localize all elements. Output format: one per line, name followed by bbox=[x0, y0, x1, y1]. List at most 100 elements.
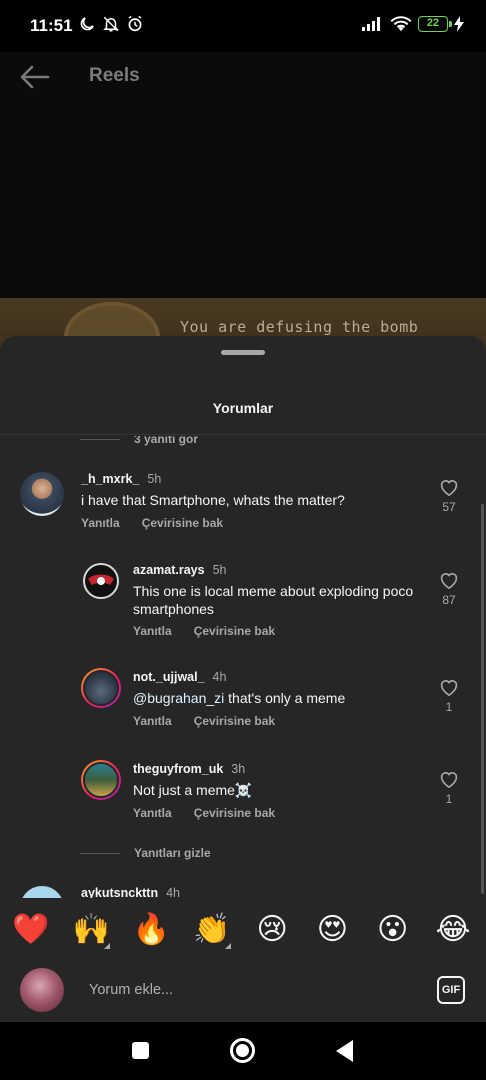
comment-time: 4h bbox=[166, 886, 181, 898]
translate-button[interactable]: Çevirisine bak bbox=[194, 624, 275, 638]
comment-username[interactable]: aykutsnckttn bbox=[81, 886, 158, 898]
battery-icon: 22 bbox=[418, 16, 452, 32]
back-icon[interactable] bbox=[336, 1040, 353, 1062]
comment-input-row: GIF bbox=[0, 964, 486, 1022]
emoji-fire-button[interactable]: 🔥 bbox=[133, 913, 171, 947]
emoji-heart-eyes-button[interactable]: 😍 bbox=[313, 913, 351, 947]
like-button[interactable]: 87 bbox=[434, 571, 464, 607]
comment-header: aykutsnckttn 4h bbox=[81, 886, 180, 898]
comment-input[interactable] bbox=[80, 974, 410, 1006]
comment-username[interactable]: azamat.rays bbox=[133, 563, 205, 577]
recent-apps-icon[interactable] bbox=[132, 1042, 149, 1059]
like-count: 87 bbox=[442, 593, 456, 607]
heart-icon bbox=[440, 480, 458, 496]
like-count: 1 bbox=[445, 792, 453, 806]
emoji-surprised-button[interactable]: 😮 bbox=[374, 913, 412, 947]
comment-actions: Yanıtla Çevirisine bak bbox=[81, 516, 223, 530]
emoji-raising-hands-button[interactable]: 🙌 bbox=[72, 912, 111, 949]
emoji-crying-button[interactable]: 😢 bbox=[253, 913, 291, 947]
like-count: 1 bbox=[445, 700, 453, 714]
avatar[interactable] bbox=[83, 563, 119, 599]
skin-tone-indicator bbox=[224, 943, 231, 949]
reel-title: Reels bbox=[89, 65, 140, 86]
comment-username[interactable]: _h_mxrk_ bbox=[81, 472, 139, 486]
divider-line bbox=[80, 852, 120, 854]
comment-text: i have that Smartphone, whats the matter… bbox=[81, 492, 345, 508]
wifi-icon bbox=[390, 16, 412, 32]
comment-text-body: that's only a meme bbox=[224, 690, 346, 706]
bell-off-icon bbox=[103, 16, 119, 32]
sheet-title: Yorumlar bbox=[212, 400, 274, 416]
my-avatar bbox=[20, 968, 64, 1012]
reply-button[interactable]: Yanıtla bbox=[133, 624, 172, 638]
comment-actions: Yanıtla Çevirisine bak bbox=[133, 624, 275, 638]
system-nav-bar bbox=[0, 1022, 486, 1080]
mention-link[interactable]: @bugrahan_zi bbox=[133, 690, 224, 706]
view-replies-label: 3 yanıtı gör bbox=[134, 436, 199, 446]
comment-time: 5h bbox=[147, 472, 162, 486]
status-time: 11:51 bbox=[30, 16, 73, 35]
heart-icon bbox=[440, 772, 458, 788]
reel-header: Reels bbox=[0, 52, 486, 298]
translate-button[interactable]: Çevirisine bak bbox=[194, 714, 275, 728]
comment-username[interactable]: theguyfrom_uk bbox=[133, 762, 223, 776]
gif-button[interactable]: GIF bbox=[437, 976, 465, 1004]
avatar[interactable] bbox=[20, 886, 64, 898]
home-icon[interactable] bbox=[230, 1038, 255, 1063]
comment-header: azamat.rays 5h bbox=[133, 563, 226, 577]
charging-icon bbox=[454, 16, 464, 32]
reel-video-caption: You are defusing the bomb bbox=[180, 318, 419, 336]
moon-icon bbox=[80, 17, 94, 31]
status-left-icons bbox=[78, 15, 144, 33]
comment-time: 5h bbox=[212, 563, 227, 577]
like-button[interactable]: 57 bbox=[434, 478, 464, 514]
avatar[interactable] bbox=[20, 472, 64, 516]
status-right: 22 bbox=[362, 16, 464, 32]
drag-handle[interactable] bbox=[221, 350, 265, 355]
hide-replies-button[interactable]: Yanıtları gizle bbox=[80, 846, 211, 860]
comment-header: not._ujjwal_ 4h bbox=[133, 670, 226, 684]
scrollbar[interactable] bbox=[481, 504, 484, 894]
comment-header: theguyfrom_uk 3h bbox=[133, 762, 245, 776]
divider bbox=[0, 434, 486, 435]
emoji-glyph: 🙌 bbox=[72, 912, 110, 947]
comment-time: 3h bbox=[231, 762, 246, 776]
comment-actions: Yanıtla Çevirisine bak bbox=[133, 806, 275, 820]
translate-button[interactable]: Çevirisine bak bbox=[194, 806, 275, 820]
avatar[interactable] bbox=[81, 668, 121, 708]
comment-time: 4h bbox=[212, 670, 227, 684]
emoji-laughing-button[interactable]: 😂 bbox=[434, 913, 472, 947]
comment-item: aykutsnckttn 4h bbox=[0, 886, 486, 898]
heart-icon bbox=[440, 573, 458, 589]
emoji-bar: ❤️ 🙌 🔥 👏 😢 😍 😮 😂 bbox=[0, 904, 486, 956]
heart-icon bbox=[440, 680, 458, 696]
alarm-icon bbox=[128, 15, 142, 32]
comment-item: _h_mxrk_ 5h i have that Smartphone, what… bbox=[0, 472, 486, 542]
comment-text: @bugrahan_zi that's only a meme bbox=[133, 689, 423, 707]
comment-username[interactable]: not._ujjwal_ bbox=[133, 670, 205, 684]
avatar-logo-icon bbox=[88, 574, 114, 585]
comment-text: Not just a meme☠️ bbox=[133, 782, 253, 798]
comments-list: 3 yanıtı gör _h_mxrk_ 5h i have that Sma… bbox=[0, 436, 486, 898]
signal-icon bbox=[362, 17, 380, 31]
view-replies-button[interactable]: 3 yanıtı gör bbox=[80, 436, 198, 446]
back-arrow-icon[interactable] bbox=[18, 64, 52, 90]
comments-sheet: Yorumlar 3 yanıtı gör _h_mxrk_ 5h i have… bbox=[0, 336, 486, 1022]
status-bar: 11:51 22 bbox=[0, 0, 486, 52]
comment-text: This one is local meme about exploding p… bbox=[133, 583, 414, 617]
like-button[interactable]: 1 bbox=[434, 770, 464, 806]
reply-button[interactable]: Yanıtla bbox=[133, 714, 172, 728]
like-count: 57 bbox=[442, 500, 456, 514]
reply-button[interactable]: Yanıtla bbox=[133, 806, 172, 820]
avatar[interactable] bbox=[81, 760, 121, 800]
reply-button[interactable]: Yanıtla bbox=[81, 516, 120, 530]
reply-item: azamat.rays 5h This one is local meme ab… bbox=[0, 563, 486, 643]
skin-tone-indicator bbox=[104, 943, 111, 949]
hide-replies-label: Yanıtları gizle bbox=[134, 846, 211, 860]
like-button[interactable]: 1 bbox=[434, 678, 464, 714]
comment-header: _h_mxrk_ 5h bbox=[81, 472, 161, 486]
emoji-clap-button[interactable]: 👏 bbox=[193, 913, 231, 949]
translate-button[interactable]: Çevirisine bak bbox=[142, 516, 223, 530]
emoji-heart-button[interactable]: ❤️ bbox=[12, 913, 50, 947]
comment-actions: Yanıtla Çevirisine bak bbox=[133, 714, 275, 728]
